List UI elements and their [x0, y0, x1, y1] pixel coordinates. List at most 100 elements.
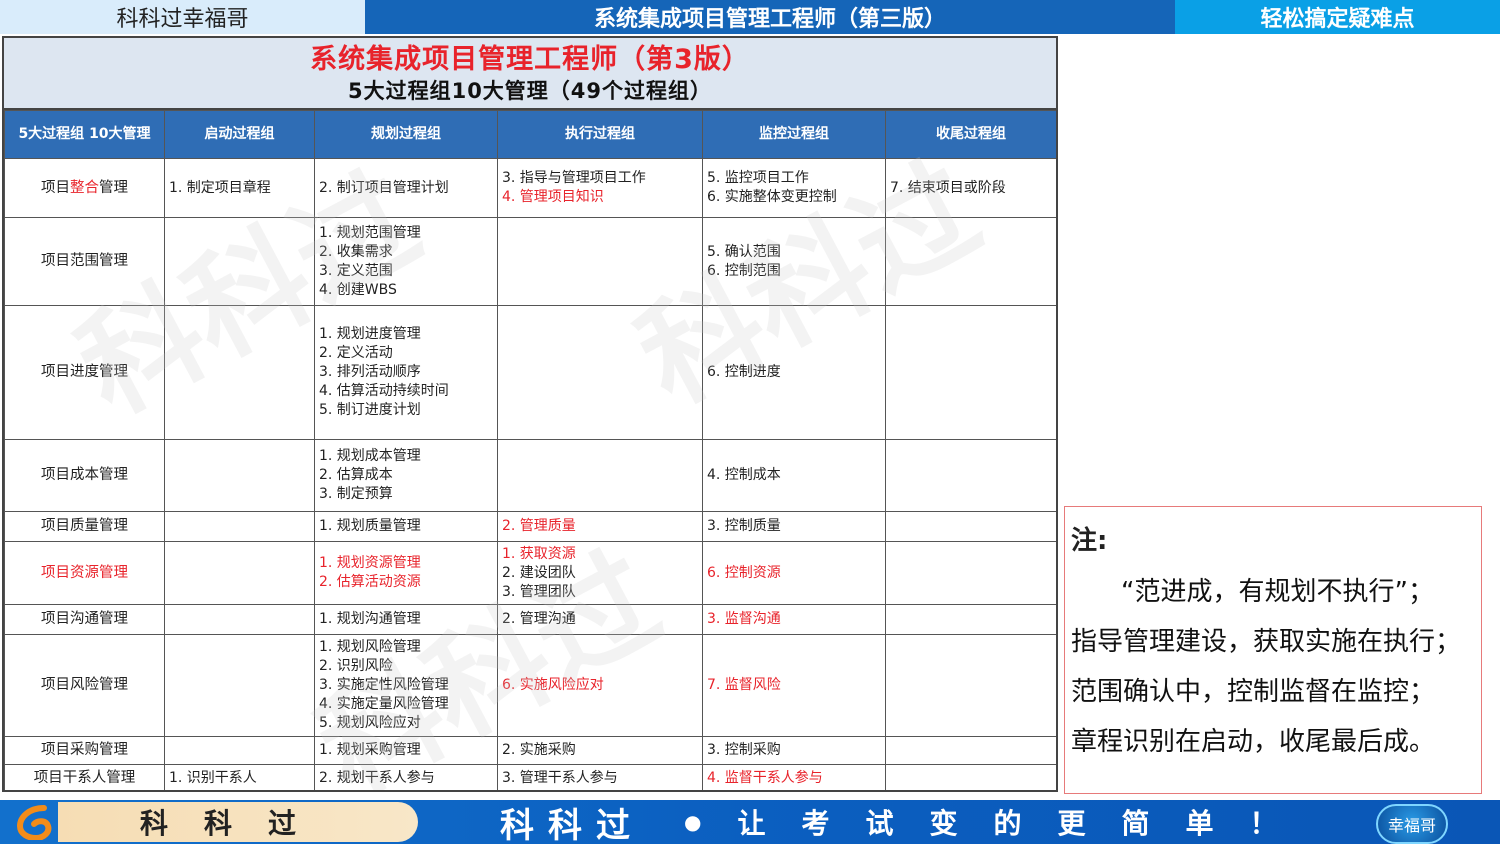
table-row-quality: 项目质量管理 1. 规划质量管理 2. 管理质量 3. 控制质量	[4, 511, 1056, 542]
process-item: 1. 规划进度管理	[319, 326, 421, 342]
process-item: 6. 控制进度	[707, 364, 781, 380]
cell-closing	[885, 764, 1056, 790]
process-item: 1. 制定项目章程	[169, 179, 271, 196]
process-item: 6. 实施整体变更控制	[707, 189, 837, 205]
cell-closing	[885, 736, 1056, 765]
process-item: 2. 实施采购	[502, 742, 576, 758]
sheet-title: 系统集成项目管理工程师（第3版）	[310, 44, 750, 75]
process-item: 4. 实施定量风险管理	[319, 696, 449, 712]
footer-slogan-text: 让考试变的更简单！	[737, 807, 1314, 840]
process-item: 5. 监控项目工作	[707, 170, 809, 186]
cell-initiating	[164, 217, 315, 306]
process-item: 3. 控制质量	[707, 518, 781, 534]
column-header-executing: 执行过程组	[497, 110, 703, 159]
cell-planning: 1. 规划进度管理 2. 定义活动 3. 排列活动顺序 4. 估算活动持续时间 …	[314, 305, 498, 440]
cell-planning: 2. 规划干系人参与	[314, 764, 498, 790]
footer-slogan-brand: 科科过	[500, 805, 644, 844]
cell-initiating: 1. 制定项目章程	[164, 158, 315, 218]
process-item: 3. 制定预算	[319, 486, 393, 502]
column-header-label: 5大过程组	[18, 126, 85, 142]
cell-initiating	[164, 439, 315, 512]
footer-brand-pill: 科科过	[58, 802, 418, 842]
process-item: 3. 实施定性风险管理	[319, 677, 449, 693]
cell-closing	[885, 541, 1056, 605]
process-item: 5. 规划风险应对	[319, 715, 421, 731]
cell-monitoring: 7. 监督风险	[702, 634, 886, 737]
cell-closing	[885, 217, 1056, 306]
process-item: 4. 控制成本	[707, 467, 781, 483]
process-item-highlight: 6. 实施风险应对	[502, 677, 604, 693]
process-item-highlight: 2. 估算活动资源	[319, 574, 421, 590]
process-item-highlight: 1. 规划资源管理	[319, 555, 421, 571]
process-item: 2. 管理沟通	[502, 611, 576, 627]
process-item: 4. 创建WBS	[319, 281, 397, 298]
cell-initiating	[164, 634, 315, 737]
process-item-highlight: 1. 获取资源	[502, 545, 576, 562]
table-row-risk: 项目风险管理 1. 规划风险管理 2. 识别风险 3. 实施定性风险管理 4. …	[4, 634, 1056, 737]
cell-initiating	[164, 604, 315, 635]
table-row-stakeholder: 项目干系人管理 1. 识别干系人 2. 规划干系人参与 3. 管理干系人参与 4…	[4, 764, 1056, 790]
cell-monitoring: 6. 控制资源	[702, 541, 886, 605]
table-row-integration: 项目整合管理 1. 制定项目章程 2. 制订项目管理计划 3. 指导与管理项目工…	[4, 158, 1056, 218]
cell-executing: 2. 管理沟通	[497, 604, 703, 635]
cell-executing: 2. 实施采购	[497, 736, 703, 765]
process-item-highlight: 2. 管理质量	[502, 518, 576, 534]
process-item-highlight: 4. 监督干系人参与	[707, 770, 823, 786]
note-line: 范围确认中，控制监督在监控；	[1071, 677, 1436, 707]
row-head-part: 项目	[41, 179, 70, 196]
column-header-closing: 收尾过程组	[885, 110, 1056, 159]
process-item: 1. 识别干系人	[169, 770, 257, 786]
process-item: 2. 收集需求	[319, 243, 393, 260]
process-item-highlight: 4. 管理项目知识	[502, 189, 604, 205]
row-head-communication: 项目沟通管理	[4, 604, 165, 635]
cell-planning: 1. 规划资源管理 2. 估算活动资源	[314, 541, 498, 605]
row-head-quality: 项目质量管理	[4, 511, 165, 542]
process-item: 3. 指导与管理项目工作	[502, 170, 646, 186]
cell-planning: 1. 规划质量管理	[314, 511, 498, 542]
table-row-communication: 项目沟通管理 1. 规划沟通管理 2. 管理沟通 3. 监督沟通	[4, 604, 1056, 635]
process-item: 2. 识别风险	[319, 658, 393, 674]
process-item: 3. 排列活动顺序	[319, 364, 421, 380]
table-row-procurement: 项目采购管理 1. 规划采购管理 2. 实施采购 3. 控制采购	[4, 736, 1056, 765]
cell-executing	[497, 305, 703, 440]
process-item: 2. 定义活动	[319, 345, 393, 361]
cell-closing: 7. 结束项目或阶段	[885, 158, 1056, 218]
sheet-title-block: 系统集成项目管理工程师（第3版） 5大过程组10大管理（49个过程组）	[4, 38, 1056, 110]
column-header-monitoring: 监控过程组	[702, 110, 886, 159]
column-header-area: 5大过程组 10大管理	[4, 110, 165, 159]
cell-closing	[885, 439, 1056, 512]
process-item: 3. 管理干系人参与	[502, 770, 618, 786]
cell-executing: 1. 获取资源 2. 建设团队 3. 管理团队	[497, 541, 703, 605]
process-item: 4. 估算活动持续时间	[319, 383, 449, 399]
footer-slogan: 科科过 ● 让考试变的更简单！	[500, 800, 1313, 844]
row-head-resource: 项目资源管理	[4, 541, 165, 605]
cell-executing: 3. 管理干系人参与	[497, 764, 703, 790]
row-head-scope: 项目范围管理	[4, 217, 165, 306]
row-head-stakeholder: 项目干系人管理	[4, 764, 165, 790]
cell-initiating	[164, 541, 315, 605]
row-head-procurement: 项目采购管理	[4, 736, 165, 765]
process-table-sheet: 科科过 科科过 科科过 系统集成项目管理工程师（第3版） 5大过程组10大管理（…	[2, 36, 1058, 792]
process-item: 1. 规划质量管理	[319, 518, 421, 534]
cell-monitoring: 3. 控制采购	[702, 736, 886, 765]
row-head-integration: 项目整合管理	[4, 158, 165, 218]
table-row-scope: 项目范围管理 1. 规划范围管理 2. 收集需求 3. 定义范围 4. 创建WB…	[4, 217, 1056, 306]
process-item: 1. 规划沟通管理	[319, 611, 421, 627]
top-header-bar: 科科过幸福哥 系统集成项目管理工程师（第三版） 轻松搞定疑难点	[0, 0, 1500, 34]
cell-initiating: 1. 识别干系人	[164, 764, 315, 790]
process-item: 7. 结束项目或阶段	[890, 179, 1006, 196]
table-row-cost: 项目成本管理 1. 规划成本管理 2. 估算成本 3. 制定预算 4. 控制成本	[4, 439, 1056, 512]
note-line: 指导管理建设，获取实施在执行；	[1071, 627, 1462, 657]
cell-planning: 1. 规划采购管理	[314, 736, 498, 765]
cell-planning: 1. 规划成本管理 2. 估算成本 3. 制定预算	[314, 439, 498, 512]
note-line: 章程识别在启动，收尾最后成。	[1071, 727, 1436, 757]
process-item: 3. 控制采购	[707, 742, 781, 758]
process-item: 1. 规划成本管理	[319, 448, 421, 464]
row-head-cost: 项目成本管理	[4, 439, 165, 512]
cell-initiating	[164, 305, 315, 440]
header-author-label: 科科过幸福哥	[0, 0, 365, 34]
note-line: “范进成，有规划不执行”；	[1121, 577, 1434, 607]
footer-brand-text: 科科过	[140, 807, 333, 840]
cell-executing: 3. 指导与管理项目工作 4. 管理项目知识	[497, 158, 703, 218]
cell-monitoring: 5. 监控项目工作 6. 实施整体变更控制	[702, 158, 886, 218]
